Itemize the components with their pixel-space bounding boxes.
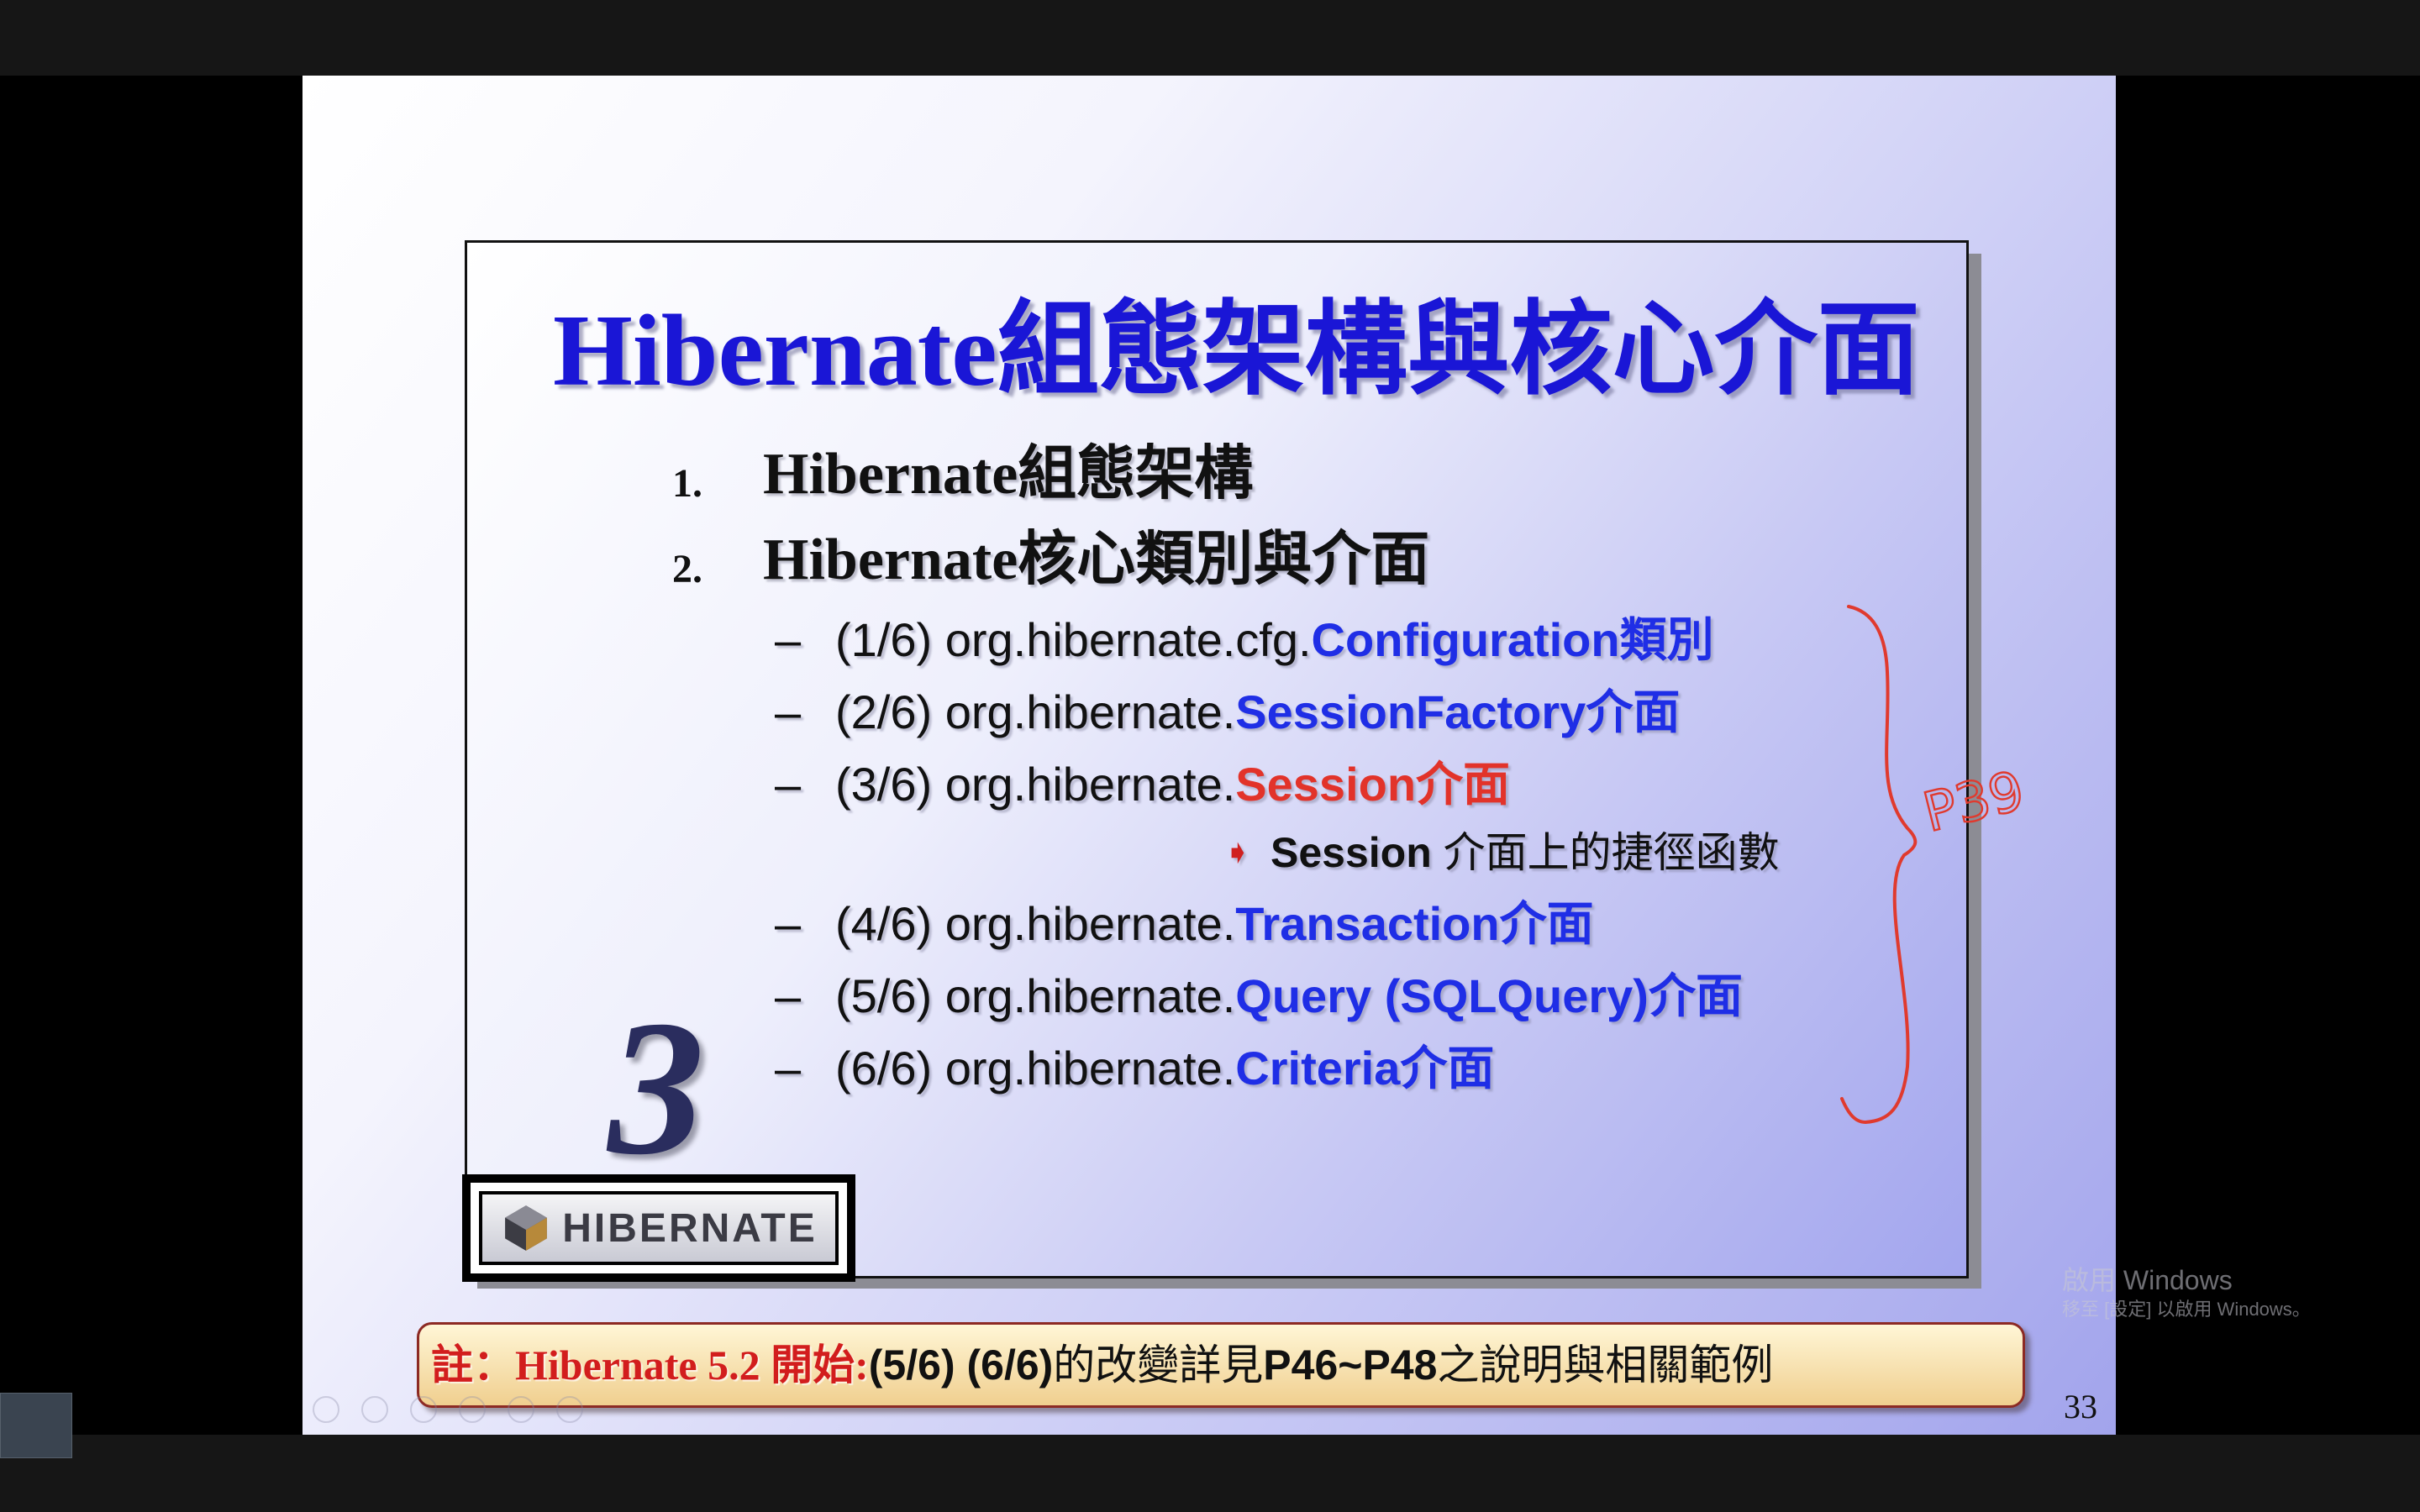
type-suffix: 介面 <box>1416 758 1511 811</box>
hibernate-cube-icon <box>505 1205 548 1251</box>
view-slides-icon[interactable] <box>459 1396 486 1423</box>
package-prefix: (5/6) org.hibernate. <box>835 969 1236 1022</box>
item-text: Hibernate核心類別與介面 <box>763 528 1430 592</box>
item-number: 2. <box>672 547 702 591</box>
class-name: SessionFactory <box>1235 685 1586 738</box>
next-slide-icon[interactable] <box>361 1396 388 1423</box>
note-banner: 註：Hibernate 5.2 開始: (5/6) (6/6) 的改變詳見 P4… <box>417 1322 2025 1408</box>
previous-slide-icon[interactable] <box>313 1396 339 1423</box>
more-options-icon[interactable] <box>556 1396 583 1423</box>
class-name: Query (SQLQuery) <box>1235 969 1649 1022</box>
dash-bullet: – <box>775 758 802 811</box>
zoom-icon[interactable] <box>508 1396 534 1423</box>
package-prefix: (6/6) org.hibernate. <box>835 1042 1236 1095</box>
dash-bullet: – <box>775 1042 802 1095</box>
session-shortcut-item: ➧ Session 介面上的捷徑函數 <box>1223 823 1780 882</box>
sub-item-configuration: – (1/6) org.hibernate.cfg.Configuration類別 <box>775 608 1714 672</box>
package-prefix: (4/6) org.hibernate. <box>835 897 1236 950</box>
type-suffix: 介面 <box>1648 969 1743 1022</box>
bottom-bar <box>0 1435 2420 1512</box>
page-number: 33 <box>2064 1388 2097 1425</box>
watermark-line-1: 啟用 Windows <box>2062 1265 2233 1295</box>
class-name: Criteria <box>1235 1042 1401 1095</box>
type-suffix: 介面 <box>1400 1042 1495 1095</box>
class-name: Session <box>1235 758 1417 811</box>
note-text-2: 之說明與相關範例 <box>1437 1341 1774 1389</box>
side-thumbnail[interactable] <box>0 1393 72 1458</box>
windows-activation-watermark: 啟用 Windows 移至 [設定] 以啟用 Windows。 <box>2062 1263 2398 1331</box>
package-prefix: (1/6) org.hibernate.cfg. <box>835 613 1312 666</box>
package-prefix: (3/6) org.hibernate. <box>835 758 1236 811</box>
dash-bullet: – <box>775 897 802 950</box>
hibernate-logo-text: HIBERNATE <box>562 1205 818 1251</box>
item-text: Hibernate組態架構 <box>763 442 1254 507</box>
sub-item-sessionfactory: – (2/6) org.hibernate.SessionFactory介面 <box>775 680 1680 744</box>
package-prefix: (2/6) org.hibernate. <box>835 685 1236 738</box>
item-number: 1. <box>672 461 702 506</box>
note-text-1: 的改變詳見 <box>1053 1341 1264 1389</box>
sub-item-criteria: – (6/6) org.hibernate.Criteria介面 <box>775 1037 1494 1100</box>
session-keyword: Session <box>1270 829 1432 876</box>
class-name: Transaction <box>1235 897 1500 950</box>
note-label: 註：Hibernate 5.2 開始: <box>431 1341 869 1389</box>
sub-item-transaction: – (4/6) org.hibernate.Transaction介面 <box>775 892 1594 956</box>
note-pages: P46~P48 <box>1263 1341 1438 1389</box>
arrow-bullet-icon: ➧ <box>1223 834 1252 871</box>
sub-item-query: – (5/6) org.hibernate.Query (SQLQuery)介面 <box>775 964 1743 1028</box>
numbered-item-2: 2. Hibernate核心類別與介面 <box>672 522 1512 598</box>
type-suffix: 介面 <box>1499 897 1594 950</box>
session-shortcut-text: 介面上的捷徑函數 <box>1431 829 1780 876</box>
top-bar <box>0 0 2420 76</box>
dash-bullet: – <box>775 969 802 1022</box>
type-suffix: 類別 <box>1619 613 1714 666</box>
chapter-number: 3 <box>608 980 705 1194</box>
dash-bullet: – <box>775 685 802 738</box>
numbered-item-1: 1. Hibernate組態架構 <box>672 437 1428 512</box>
slide-title: Hibernate組態架構與核心介面 <box>553 294 1920 407</box>
pen-tool-icon[interactable] <box>410 1396 437 1423</box>
dash-bullet: – <box>775 613 802 666</box>
slide-controls <box>313 1396 583 1426</box>
watermark-line-2: 移至 [設定] 以啟用 Windows。 <box>2062 1299 2311 1320</box>
type-suffix: 介面 <box>1586 685 1681 738</box>
sub-item-session: – (3/6) org.hibernate.Session介面 <box>775 753 1510 816</box>
class-name: Configuration <box>1311 613 1620 666</box>
hibernate-logo: HIBERNATE <box>462 1174 855 1282</box>
note-versions: (5/6) (6/6) <box>868 1341 1054 1389</box>
